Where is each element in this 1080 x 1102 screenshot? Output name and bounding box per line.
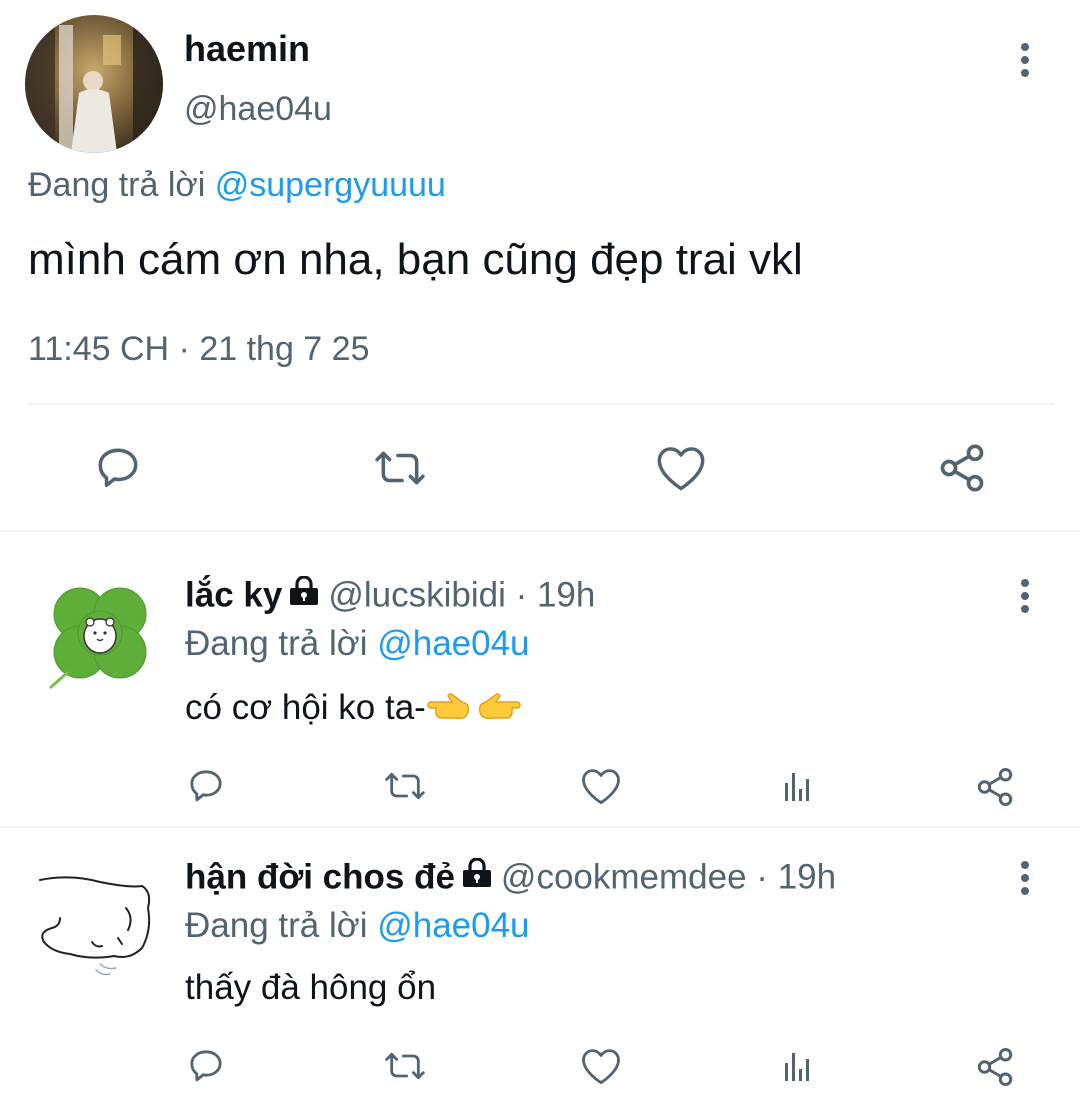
replying-to: Đang trả lời @hae04u [185, 906, 530, 946]
tweet-timestamp[interactable]: 11:45 CH · 21 thg 7 25 [28, 330, 369, 369]
author-handle[interactable]: @hae04u [184, 90, 332, 129]
replying-to: Đang trả lời @hae04u [185, 624, 530, 664]
separator-dot: · [756, 857, 768, 897]
replying-to-handle[interactable]: @supergyuuuu [215, 166, 446, 204]
lock-icon [286, 575, 322, 615]
reply-icon[interactable] [184, 1044, 228, 1088]
analytics-icon[interactable] [776, 764, 820, 808]
separator-dot: · [515, 575, 528, 615]
avatar[interactable] [25, 15, 163, 153]
author-name[interactable]: haemin [184, 28, 310, 70]
author-handle[interactable]: @cookmemdee [501, 857, 747, 896]
retweet-icon[interactable] [380, 1044, 430, 1088]
replying-to-handle[interactable]: @hae04u [377, 906, 529, 945]
replying-to-prefix: Đang trả lời [185, 906, 368, 945]
more-options-icon[interactable] [1008, 576, 1042, 616]
author-handle[interactable]: @lucskibidi [328, 575, 506, 614]
tweet-text: mình cám ơn nha, bạn cũng đẹp trai vkl [28, 235, 803, 284]
author-name[interactable]: lắc ky [185, 575, 282, 614]
replying-to-prefix: Đang trả lời [185, 624, 368, 663]
more-options-icon[interactable] [1005, 38, 1045, 82]
reply-header: hận đời chos đẻ @cookmemdee · 19h [185, 857, 836, 901]
share-icon[interactable] [934, 440, 990, 496]
reply-time[interactable]: 19h [537, 575, 595, 614]
tweet-text: thấy đà hông ổn [185, 968, 437, 1007]
tweet-text: có cơ hội ko ta- [185, 688, 522, 731]
like-icon[interactable] [654, 442, 708, 494]
reply-time[interactable]: 19h [778, 857, 836, 896]
four-leaf-clover-avatar[interactable] [38, 578, 162, 694]
reply-icon[interactable] [92, 442, 144, 494]
more-options-icon[interactable] [1008, 858, 1042, 898]
lock-icon [459, 857, 495, 897]
like-icon[interactable] [578, 764, 624, 808]
sketch-dog-avatar[interactable] [30, 868, 160, 984]
tweet-text-body: có cơ hội ko ta- [185, 688, 426, 727]
replying-to-handle[interactable]: @hae04u [377, 624, 529, 663]
like-icon[interactable] [578, 1044, 624, 1088]
retweet-icon[interactable] [368, 442, 432, 494]
share-icon[interactable] [972, 1044, 1018, 1090]
author-name[interactable]: hận đời chos đẻ [185, 857, 455, 896]
reply-icon[interactable] [184, 764, 228, 808]
divider [0, 826, 1080, 828]
replying-to: Đang trả lời @supergyuuuu [28, 166, 446, 205]
replying-to-prefix: Đang trả lời [28, 166, 206, 204]
analytics-icon[interactable] [776, 1044, 820, 1088]
retweet-icon[interactable] [380, 764, 430, 808]
reply-header: lắc ky @lucskibidi · 19h [185, 575, 595, 619]
divider [0, 530, 1080, 532]
divider [28, 403, 1054, 405]
pointing-right-emoji [426, 688, 474, 731]
share-icon[interactable] [972, 764, 1018, 810]
pointing-left-emoji [474, 688, 522, 731]
